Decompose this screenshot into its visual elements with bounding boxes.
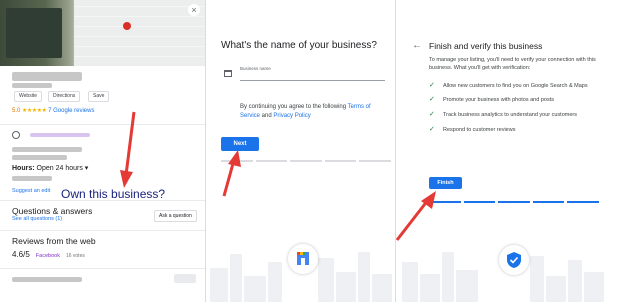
check-icon: ✓ xyxy=(429,82,435,89)
progress-segment xyxy=(532,201,565,203)
see-all-questions-link[interactable]: See all questions (1) xyxy=(12,216,62,222)
business-name-redacted xyxy=(12,72,82,81)
web-votes: 16 votes xyxy=(65,253,85,259)
divider xyxy=(0,230,205,231)
list-item: ✓ Respond to customer reviews xyxy=(429,126,605,134)
globe-icon xyxy=(12,131,20,139)
check-icon: ✓ xyxy=(429,111,435,118)
divider xyxy=(0,268,205,269)
divider xyxy=(0,200,205,201)
finish-button[interactable]: Finish xyxy=(429,177,462,189)
business-photo[interactable] xyxy=(6,8,62,58)
verified-shield-icon xyxy=(507,252,521,268)
step-progress xyxy=(429,201,599,203)
progress-segment xyxy=(567,201,599,203)
progress-segment xyxy=(255,160,288,162)
business-name-input[interactable] xyxy=(240,71,385,81)
extra-info-redacted xyxy=(12,176,52,181)
chevron-down-icon[interactable]: ▾ xyxy=(85,165,89,172)
list-item: ✓ Track business analytics to understand… xyxy=(429,111,605,119)
faded-button[interactable] xyxy=(174,274,196,283)
ask-question-button[interactable]: Ask a question xyxy=(154,210,197,222)
web-review-row: 4.6/5 Facebook 16 votes xyxy=(12,250,85,259)
qa-title: Questions & answers xyxy=(12,206,93,216)
divider xyxy=(0,124,205,125)
website-button[interactable]: Website xyxy=(14,91,42,102)
terms-notice: By continuing you agree to the following… xyxy=(240,103,390,121)
storefront-badge xyxy=(288,244,318,274)
benefits-list: ✓ Allow new customers to find you on Goo… xyxy=(429,82,605,134)
store-icon xyxy=(297,252,309,265)
progress-segment xyxy=(221,160,253,162)
check-icon: ✓ xyxy=(429,126,435,133)
save-button[interactable]: Save xyxy=(88,91,110,102)
verify-step: ← Finish and verify this business To man… xyxy=(396,0,608,302)
benefit-text: Promote your business with photos and po… xyxy=(443,97,554,103)
benefit-text: Allow new customers to find you on Googl… xyxy=(443,83,588,89)
benefit-text: Track business analytics to understand y… xyxy=(443,112,577,118)
faded-heading-redacted xyxy=(12,277,82,282)
star-rating-icon: ★★★★★ xyxy=(22,108,47,114)
list-item: ✓ Promote your business with photos and … xyxy=(429,96,605,104)
hours-label: Hours: xyxy=(12,165,35,172)
progress-segment xyxy=(463,201,496,203)
google-reviews-link[interactable]: 7 Google reviews xyxy=(48,108,94,114)
progress-segment xyxy=(324,160,357,162)
privacy-link[interactable]: Privacy Policy xyxy=(273,113,310,119)
list-item: ✓ Allow new customers to find you on Goo… xyxy=(429,82,605,90)
rating-value: 5.0 xyxy=(12,108,21,114)
maps-listing-panel: × Website Directions Save 5.0 ★★★★★ 7 Go… xyxy=(0,0,206,302)
progress-segment xyxy=(498,201,530,203)
progress-segment xyxy=(359,160,391,162)
verification-intro: To manage your listing, you'll need to v… xyxy=(429,57,596,71)
directions-button[interactable]: Directions xyxy=(48,91,81,102)
benefit-text: Respond to customer reviews xyxy=(443,127,516,133)
business-name-step: What's the name of your business? Busine… xyxy=(206,0,396,302)
own-business-annotation[interactable]: Own this business? xyxy=(61,187,165,201)
agree-text: By continuing you agree to the following xyxy=(240,104,348,110)
back-arrow-icon[interactable]: ← xyxy=(412,40,422,52)
progress-segment xyxy=(290,160,322,162)
faded-section xyxy=(12,274,196,284)
web-source-link[interactable]: Facebook xyxy=(36,253,60,259)
verified-badge xyxy=(499,245,529,275)
check-icon: ✓ xyxy=(429,96,435,103)
phone-redacted xyxy=(12,155,67,160)
map-thumbnail[interactable] xyxy=(74,0,205,66)
web-rating: 4.6/5 xyxy=(12,250,30,259)
page-title: What's the name of your business? xyxy=(221,40,377,51)
reviews-web-title: Reviews from the web xyxy=(12,236,96,246)
address-redacted xyxy=(12,147,82,152)
step-progress xyxy=(221,160,391,162)
progress-segment xyxy=(429,201,461,203)
business-category-redacted xyxy=(12,83,52,88)
rating-row: 5.0 ★★★★★ 7 Google reviews xyxy=(12,107,94,115)
business-photo-header[interactable]: × xyxy=(0,0,205,66)
close-icon[interactable]: × xyxy=(188,4,200,16)
hours-value: Open 24 hours xyxy=(36,165,83,172)
and-text: and xyxy=(260,113,274,119)
next-button[interactable]: Next xyxy=(221,137,259,151)
website-url-redacted[interactable] xyxy=(30,133,90,137)
storefront-icon xyxy=(224,70,232,77)
page-title: Finish and verify this business xyxy=(429,41,543,51)
hours-row[interactable]: Hours: Open 24 hours ▾ xyxy=(12,164,88,173)
map-pin-icon xyxy=(123,22,131,30)
suggest-edit-link[interactable]: Suggest an edit xyxy=(12,188,50,194)
